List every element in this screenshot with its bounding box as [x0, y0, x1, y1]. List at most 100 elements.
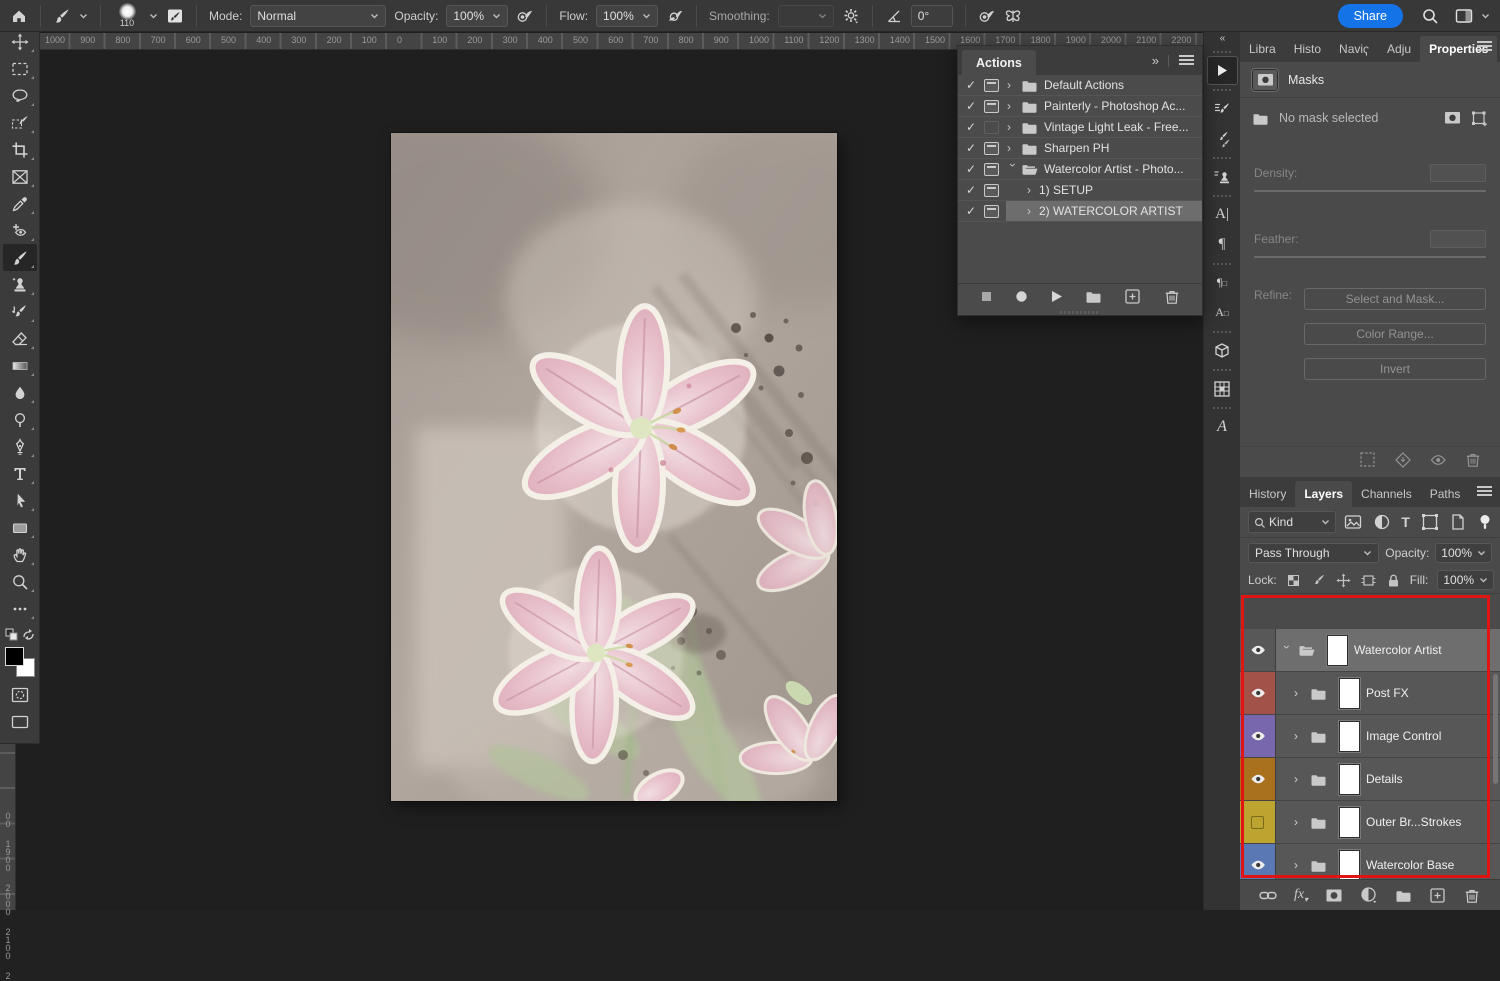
include-checkmark-icon[interactable]: ✓ — [958, 99, 984, 113]
lock-all-icon[interactable] — [1386, 573, 1401, 588]
new-layer-icon[interactable] — [1429, 887, 1446, 904]
layer-row[interactable]: › Image Control — [1240, 715, 1500, 758]
eye-icon[interactable] — [1250, 643, 1266, 657]
lock-position-icon[interactable] — [1336, 573, 1351, 588]
expand-arrow-icon[interactable]: › — [1027, 183, 1039, 197]
dock-drag-handle[interactable] — [1204, 154, 1240, 161]
pattern-preview-panel-icon[interactable] — [1207, 374, 1238, 403]
select-and-mask-button[interactable]: Select and Mask... — [1304, 288, 1486, 310]
action-row[interactable]: ✓ › Vintage Light Leak - Free... — [958, 117, 1202, 138]
expand-arrow-icon[interactable]: › — [1006, 163, 1020, 175]
paragraph-panel-icon[interactable]: ¶ — [1207, 230, 1238, 259]
stop-icon[interactable] — [980, 290, 993, 303]
paragraph-styles-panel-icon[interactable]: ¶□ — [1207, 268, 1238, 297]
object-selection-tool[interactable] — [3, 109, 37, 136]
dialog-toggle-icon[interactable] — [984, 121, 999, 134]
brush-tool[interactable] — [3, 244, 37, 271]
layer-row[interactable]: › Post FX — [1240, 672, 1500, 715]
dialog-toggle-icon[interactable] — [984, 184, 999, 197]
invert-button[interactable]: Invert — [1304, 358, 1486, 380]
frame-tool[interactable] — [3, 163, 37, 190]
include-checkmark-icon[interactable]: ✓ — [958, 141, 984, 155]
layer-mask-thumbnail[interactable] — [1327, 635, 1348, 666]
glyphs-panel-icon[interactable]: A — [1207, 412, 1238, 441]
layer-visibility-toggle[interactable] — [1240, 629, 1276, 671]
load-selection-icon[interactable] — [1359, 451, 1376, 468]
path-selection-tool[interactable] — [3, 487, 37, 514]
swap-colors-icon[interactable] — [22, 628, 35, 641]
workspace-icon[interactable] — [1455, 7, 1473, 25]
eyedropper-tool[interactable] — [3, 190, 37, 217]
scrollbar[interactable] — [1493, 674, 1498, 784]
action-row[interactable]: ✓ › 1) SETUP — [958, 180, 1202, 201]
brushes-panel-icon[interactable] — [1207, 124, 1238, 153]
dock-drag-handle[interactable] — [1204, 366, 1240, 373]
brush-settings-panel-icon[interactable] — [1207, 94, 1238, 123]
play-icon[interactable] — [1050, 290, 1063, 303]
home-icon[interactable] — [10, 7, 28, 25]
character-panel-icon[interactable]: A| — [1207, 200, 1238, 229]
layer-fx-icon[interactable]: fx▾ — [1294, 887, 1308, 904]
filter-smart-object-icon[interactable] — [1449, 513, 1467, 531]
expand-arrow-icon[interactable]: › — [1007, 99, 1019, 113]
eye-icon[interactable] — [1250, 686, 1266, 700]
expand-arrow-icon[interactable]: › — [1007, 78, 1019, 92]
layer-visibility-toggle[interactable] — [1240, 844, 1276, 879]
expand-arrow-icon[interactable]: › — [1027, 204, 1039, 218]
shape-tool[interactable] — [3, 514, 37, 541]
panel-menu-icon[interactable] — [1179, 55, 1194, 66]
expand-arrow-icon[interactable]: › — [1007, 141, 1019, 155]
action-row[interactable]: ✓ › Painterly - Photoshop Ac... — [958, 96, 1202, 117]
opacity-select[interactable]: 100% — [446, 5, 508, 27]
move-tool[interactable] — [3, 28, 37, 55]
chevron-down-icon[interactable] — [79, 13, 88, 19]
layer-mask-thumbnail[interactable] — [1339, 721, 1360, 752]
layer-expand-arrow-icon[interactable]: › — [1294, 686, 1304, 700]
foreground-color-swatch[interactable] — [5, 647, 24, 666]
threed-panel-icon[interactable] — [1207, 336, 1238, 365]
spot-healing-brush-tool[interactable] — [3, 217, 37, 244]
dialog-toggle-icon[interactable] — [984, 142, 999, 155]
action-row[interactable]: ✓ › Default Actions — [958, 75, 1202, 96]
dialog-toggle-icon[interactable] — [984, 163, 999, 176]
airbrush-icon[interactable] — [666, 7, 684, 25]
pressure-size-icon[interactable] — [978, 7, 996, 25]
tab-libra[interactable]: Libra — [1240, 36, 1285, 62]
include-checkmark-icon[interactable]: ✓ — [958, 78, 984, 92]
tab-channels[interactable]: Channels — [1352, 481, 1421, 507]
tab-navi[interactable]: Naviҁ — [1330, 36, 1378, 62]
link-layers-icon[interactable] — [1259, 887, 1277, 904]
include-checkmark-icon[interactable]: ✓ — [958, 183, 984, 197]
include-checkmark-icon[interactable]: ✓ — [958, 120, 984, 134]
panel-toggle-icon[interactable] — [166, 7, 184, 25]
kind-filter-select[interactable]: Kind — [1248, 511, 1336, 533]
include-checkmark-icon[interactable]: ✓ — [958, 204, 984, 218]
layer-row[interactable]: › Watercolor Artist — [1240, 629, 1500, 672]
layer-mask-thumb-icon[interactable] — [1444, 110, 1461, 126]
hidden-layer-box[interactable] — [1251, 816, 1264, 829]
filter-toggle-icon[interactable] — [1478, 514, 1492, 530]
mask-badge-icon[interactable] — [1252, 69, 1278, 91]
canvas-artwork[interactable] — [391, 133, 837, 801]
delete-icon[interactable] — [1163, 288, 1181, 305]
layer-expand-arrow-icon[interactable]: › — [1294, 858, 1304, 872]
lock-paint-icon[interactable] — [1311, 573, 1326, 588]
tab-layers[interactable]: Layers — [1295, 481, 1352, 507]
dialog-toggle-icon[interactable] — [984, 100, 999, 113]
layer-visibility-toggle[interactable] — [1240, 672, 1276, 714]
layer-blend-mode-select[interactable]: Pass Through — [1248, 543, 1379, 563]
action-row[interactable]: ✓ › 2) WATERCOLOR ARTIST — [958, 201, 1202, 222]
dock-drag-handle[interactable] — [1204, 48, 1240, 55]
search-icon[interactable] — [1421, 7, 1439, 25]
filter-adjustment-icon[interactable] — [1373, 513, 1391, 531]
brush-preset-picker[interactable]: 110 — [113, 3, 141, 28]
tab-history[interactable]: History — [1240, 481, 1295, 507]
apply-mask-icon[interactable] — [1394, 451, 1412, 469]
layer-visibility-toggle[interactable] — [1240, 715, 1276, 757]
density-input[interactable] — [1430, 164, 1486, 182]
color-range-button[interactable]: Color Range... — [1304, 323, 1486, 345]
smoothing-select[interactable] — [778, 5, 834, 27]
share-button[interactable]: Share — [1338, 4, 1403, 28]
dock-drag-handle[interactable] — [1204, 86, 1240, 93]
pressure-opacity-icon[interactable] — [516, 7, 534, 25]
